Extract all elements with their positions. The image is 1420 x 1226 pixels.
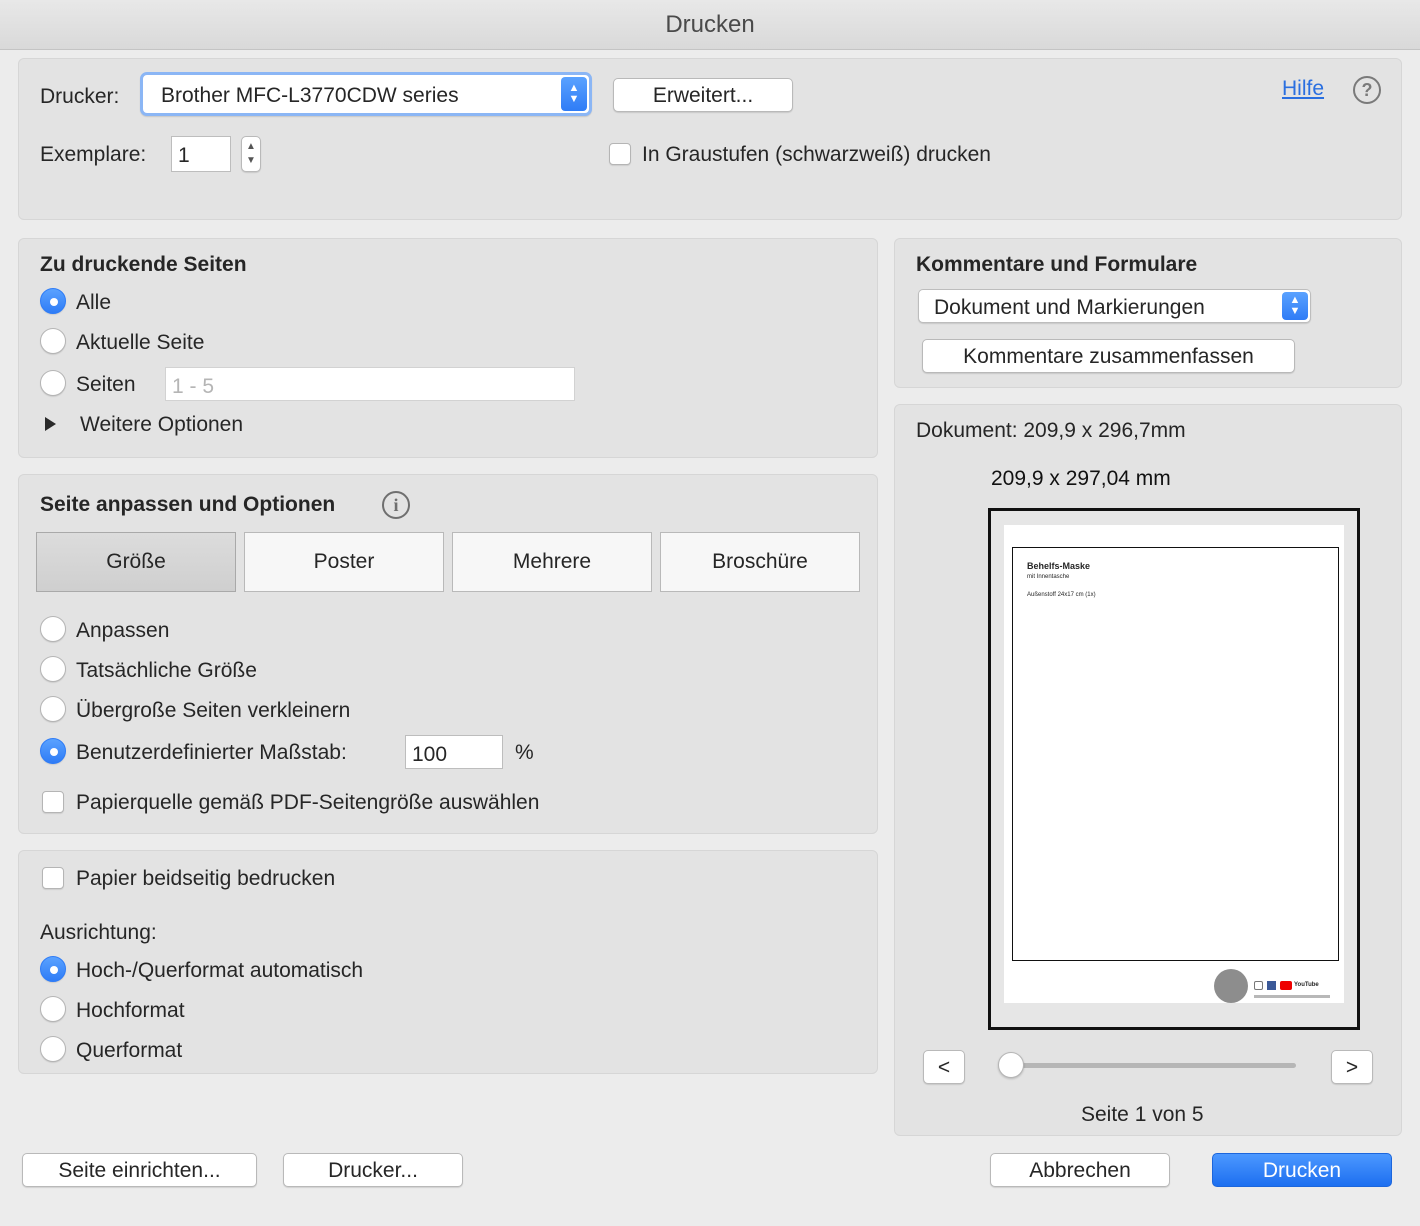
tab-multiple[interactable]: Mehrere [452, 532, 652, 592]
shrink-radio[interactable] [40, 696, 66, 722]
youtube-icon [1280, 981, 1292, 990]
orientation-auto-label: Hoch-/Querformat automatisch [76, 959, 364, 982]
cancel-button[interactable]: Abbrechen [990, 1153, 1170, 1187]
pages-all-label: Alle [76, 291, 112, 314]
copies-field[interactable]: 1 [171, 136, 231, 172]
paper-size: 209,9 x 297,04 mm [991, 467, 1171, 490]
info-icon[interactable]: i [382, 491, 410, 519]
comments-select-value: Dokument und Markierungen [934, 296, 1205, 319]
page-slider-knob[interactable] [998, 1052, 1024, 1078]
instagram-icon [1254, 981, 1263, 990]
window-title: Drucken [0, 0, 1420, 50]
printer-select-value: Brother MFC-L3770CDW series [161, 84, 459, 107]
pages-range-radio[interactable] [40, 370, 66, 396]
summarize-comments-button[interactable]: Kommentare zusammenfassen [922, 339, 1295, 373]
tab-booklet[interactable]: Broschüre [660, 532, 860, 592]
paper-source-checkbox[interactable] [42, 791, 64, 813]
page-status: Seite 1 von 5 [1081, 1103, 1204, 1126]
actual-size-radio[interactable] [40, 656, 66, 682]
fit-label: Anpassen [76, 619, 170, 642]
pages-current-radio[interactable] [40, 328, 66, 354]
page-preview-frame: Behelfs-Maske mit Innentasche Außenstoff… [988, 508, 1360, 1030]
grayscale-checkbox[interactable] [609, 143, 631, 165]
actual-size-label: Tatsächliche Größe [76, 659, 257, 682]
copies-label: Exemplare: [40, 143, 147, 166]
footer-logo-icon [1214, 969, 1248, 1003]
chevron-updown-icon: ▲ ▼ [561, 77, 587, 111]
pages-range-label: Seiten [76, 373, 136, 396]
pages-current-label: Aktuelle Seite [76, 331, 205, 354]
printer-label: Drucker: [40, 85, 120, 108]
document-size: Dokument: 209,9 x 296,7mm [916, 419, 1186, 442]
prev-page-button[interactable]: < [923, 1050, 965, 1084]
orientation-portrait-label: Hochformat [76, 999, 185, 1022]
custom-scale-label: Benutzerdefinierter Maßstab: [76, 741, 347, 764]
page-content-border: Behelfs-Maske mit Innentasche Außenstoff… [1012, 547, 1339, 961]
doc-title: Behelfs-Maske [1027, 561, 1091, 571]
duplex-label: Papier beidseitig bedrucken [76, 867, 336, 890]
next-page-button[interactable]: > [1331, 1050, 1373, 1084]
fit-panel [18, 474, 878, 834]
page-setup-button[interactable]: Seite einrichten... [22, 1153, 257, 1187]
printer-button[interactable]: Drucker... [283, 1153, 463, 1187]
help-link[interactable]: Hilfe [1282, 78, 1324, 99]
shrink-label: Übergroße Seiten verkleinern [76, 699, 351, 722]
page-preview-sheet: Behelfs-Maske mit Innentasche Außenstoff… [1004, 525, 1344, 1003]
pages-heading: Zu druckende Seiten [40, 253, 247, 276]
percent-label: % [515, 741, 534, 764]
custom-scale-input[interactable]: 100 [405, 735, 503, 769]
footer-url [1254, 995, 1330, 998]
comments-heading: Kommentare und Formulare [916, 253, 1198, 276]
youtube-label: YouTube [1294, 982, 1319, 988]
tab-size[interactable]: Größe [36, 532, 236, 592]
orientation-portrait-radio[interactable] [40, 996, 66, 1022]
duplex-checkbox[interactable] [42, 867, 64, 889]
page-slider-track[interactable] [1004, 1063, 1296, 1068]
more-options-label[interactable]: Weitere Optionen [80, 414, 243, 435]
fit-radio[interactable] [40, 616, 66, 642]
orientation-landscape-label: Querformat [76, 1039, 183, 1062]
fit-heading: Seite anpassen und Optionen [40, 493, 336, 516]
advanced-button[interactable]: Erweitert... [613, 78, 793, 112]
pages-all-radio[interactable] [40, 288, 66, 314]
disclosure-triangle-icon[interactable] [45, 417, 56, 431]
grayscale-label: In Graustufen (schwarzweiß) drucken [642, 143, 991, 166]
tab-poster[interactable]: Poster [244, 532, 444, 592]
printer-select[interactable]: Brother MFC-L3770CDW series ▲ ▼ [140, 72, 592, 116]
paper-source-label: Papierquelle gemäß PDF-Seitengröße auswä… [76, 791, 540, 814]
print-button[interactable]: Drucken [1212, 1153, 1392, 1187]
chevron-updown-icon: ▲ ▼ [1282, 292, 1308, 320]
doc-line: Außenstoff 24x17 cm (1x) [1027, 592, 1096, 598]
pages-range-input[interactable]: 1 - 5 [165, 367, 575, 401]
copies-stepper[interactable]: ▲ ▼ [241, 136, 261, 172]
doc-subtitle: mit Innentasche [1027, 574, 1070, 580]
facebook-icon [1267, 981, 1276, 990]
orientation-label: Ausrichtung: [40, 921, 157, 944]
orientation-auto-radio[interactable] [40, 956, 66, 982]
comments-select[interactable]: Dokument und Markierungen ▲ ▼ [918, 289, 1311, 323]
custom-scale-radio[interactable] [40, 738, 66, 764]
help-icon[interactable]: ? [1353, 76, 1381, 104]
orientation-landscape-radio[interactable] [40, 1036, 66, 1062]
